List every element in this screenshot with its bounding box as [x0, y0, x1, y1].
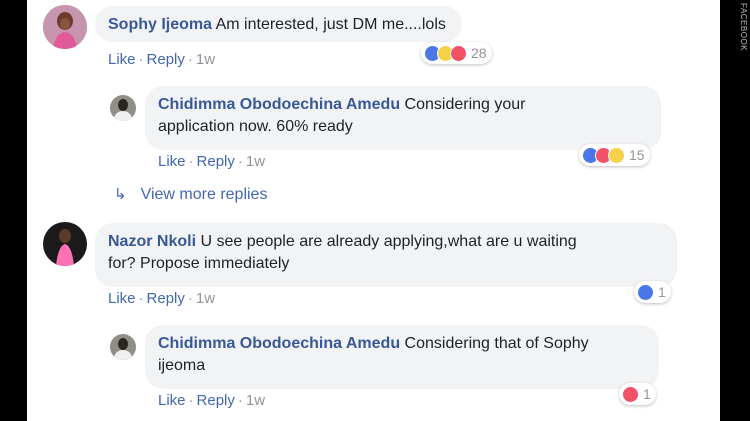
- separator: ·: [187, 51, 193, 68]
- view-more-replies-link[interactable]: ↳ View more replies: [114, 185, 267, 204]
- commenter-name[interactable]: Nazor Nkoli: [108, 233, 196, 250]
- reactions-badge[interactable]: 15: [579, 144, 650, 166]
- reaction-count: 15: [629, 147, 645, 163]
- separator: ·: [138, 290, 144, 307]
- comment-actions: Like · Reply · 1w: [108, 51, 215, 68]
- comment-actions: Like · Reply · 1w: [158, 392, 265, 409]
- commenter-name[interactable]: Chidimma Obodoechina Amedu: [158, 96, 400, 113]
- love-icon: [450, 44, 467, 62]
- avatar[interactable]: [43, 5, 87, 49]
- like-link[interactable]: Like: [158, 392, 186, 409]
- comment-text: for? Propose immediately: [108, 255, 290, 272]
- comment-actions: Like · Reply · 1w: [108, 290, 215, 307]
- view-more-label: View more replies: [140, 186, 268, 203]
- love-icon: [622, 385, 639, 403]
- comment-text: ijeoma: [158, 357, 206, 374]
- comment-actions: Like · Reply · 1w: [158, 153, 265, 170]
- comment-bubble: Nazor Nkoli U see people are already app…: [95, 223, 677, 287]
- comment-text: application now. 60% ready: [158, 118, 353, 135]
- reaction-count: 1: [658, 284, 666, 300]
- timestamp: 1w: [245, 153, 266, 170]
- wow-icon: [608, 146, 625, 164]
- profile-photo: [43, 5, 87, 49]
- separator: ·: [187, 290, 193, 307]
- like-link[interactable]: Like: [158, 153, 186, 170]
- avatar[interactable]: [110, 334, 136, 360]
- profile-photo: [110, 95, 136, 121]
- reply-line-1: Chidimma Obodoechina Amedu Considering t…: [158, 333, 645, 355]
- reactions-badge[interactable]: 1: [634, 281, 671, 303]
- reply-link[interactable]: Reply: [197, 153, 235, 170]
- comment-text: U see people are already applying,what a…: [200, 233, 577, 250]
- comment-text: Considering that of Sophy: [404, 335, 589, 352]
- timestamp: 1w: [195, 51, 216, 68]
- reply-arrow-icon: ↳: [114, 186, 127, 203]
- comment-text: Considering your: [404, 96, 526, 113]
- avatar[interactable]: [43, 222, 87, 266]
- comment-line-1: Nazor Nkoli U see people are already app…: [108, 231, 663, 253]
- separator: ·: [138, 51, 144, 68]
- like-link[interactable]: Like: [108, 290, 136, 307]
- reactions-badge[interactable]: 1: [619, 383, 656, 405]
- separator: ·: [237, 392, 243, 409]
- reply-line-1: Chidimma Obodoechina Amedu Considering y…: [158, 94, 647, 116]
- source-watermark: FACEBOOK: [739, 3, 748, 52]
- reaction-count: 1: [643, 386, 651, 402]
- profile-photo: [43, 222, 87, 266]
- like-link[interactable]: Like: [108, 51, 136, 68]
- comment-text: Am interested, just DM me....lols: [215, 16, 446, 33]
- avatar[interactable]: [110, 95, 136, 121]
- separator: ·: [188, 392, 194, 409]
- timestamp: 1w: [245, 392, 266, 409]
- timestamp: 1w: [195, 290, 216, 307]
- commenter-name[interactable]: Chidimma Obodoechina Amedu: [158, 335, 400, 352]
- reactions-badge[interactable]: 28: [421, 42, 492, 64]
- separator: ·: [237, 153, 243, 170]
- comment-bubble: Sophy Ijeoma Am interested, just DM me..…: [95, 6, 462, 42]
- profile-photo: [110, 334, 136, 360]
- like-icon: [637, 283, 654, 301]
- commenter-name[interactable]: Sophy Ijeoma: [108, 16, 212, 33]
- reply-link[interactable]: Reply: [147, 290, 185, 307]
- reaction-count: 28: [471, 45, 487, 61]
- comments-panel: Sophy Ijeoma Am interested, just DM me..…: [27, 0, 720, 421]
- reply-bubble: Chidimma Obodoechina Amedu Considering t…: [145, 325, 659, 389]
- reply-bubble: Chidimma Obodoechina Amedu Considering y…: [145, 86, 661, 150]
- reply-link[interactable]: Reply: [197, 392, 235, 409]
- separator: ·: [188, 153, 194, 170]
- reply-link[interactable]: Reply: [147, 51, 185, 68]
